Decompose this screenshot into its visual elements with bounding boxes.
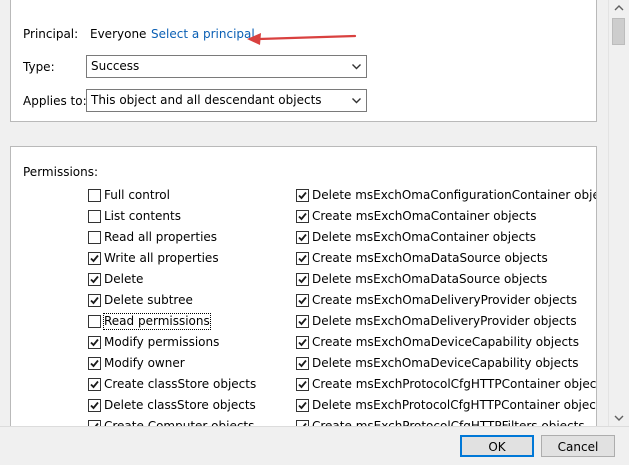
- permission-label: Modify owner: [104, 356, 185, 370]
- checkmark-icon: [298, 275, 307, 284]
- permission-checkbox[interactable]: [88, 273, 101, 286]
- permission-label: Create msExchProtocolCfgHTTPFilters obje…: [312, 419, 585, 426]
- scroll-thumb[interactable]: [612, 18, 625, 45]
- permission-label: Create classStore objects: [104, 377, 257, 391]
- checkmark-icon: [90, 359, 99, 368]
- permission-checkbox[interactable]: [296, 252, 309, 265]
- permission-label: Delete msExchOmaConfigurationContainer o…: [312, 188, 597, 202]
- permission-label: Write all properties: [104, 251, 219, 265]
- checkmark-icon: [298, 380, 307, 389]
- checkmark-icon: [298, 296, 307, 305]
- checkmark-icon: [90, 275, 99, 284]
- permission-checkbox[interactable]: [296, 399, 309, 412]
- permission-label: Modify permissions: [104, 335, 220, 349]
- type-dropdown-value: Success: [91, 59, 140, 73]
- principal-label: Principal:: [23, 27, 79, 41]
- permission-label: Delete msExchProtocolCfgHTTPContainer ob…: [312, 398, 597, 412]
- permission-label: Read all properties: [104, 230, 218, 244]
- checkmark-icon: [298, 233, 307, 242]
- chevron-down-icon: [352, 98, 361, 104]
- permissions-label: Permissions:: [23, 165, 99, 179]
- applies-to-label: Applies to:: [23, 94, 87, 108]
- cancel-button[interactable]: Cancel: [541, 435, 615, 457]
- permissions-panel: Permissions: Full control List contents Re…: [10, 146, 597, 426]
- scroll-up-icon[interactable]: [609, 0, 629, 17]
- permission-label: Delete msExchOmaDataSource objects: [312, 272, 548, 286]
- checkmark-icon: [90, 254, 99, 263]
- applies-to-dropdown[interactable]: This object and all descendant objects: [86, 89, 367, 112]
- permission-checkbox[interactable]: [88, 336, 101, 349]
- permission-label: Create msExchOmaDeviceCapability objects: [312, 335, 580, 349]
- checkmark-icon: [298, 401, 307, 410]
- permission-label: Delete subtree: [104, 293, 193, 307]
- dialog-button-bar: OK Cancel: [0, 426, 629, 465]
- permission-checkbox[interactable]: [88, 357, 101, 370]
- ok-button[interactable]: OK: [460, 435, 534, 457]
- permission-checkbox[interactable]: [88, 231, 101, 244]
- permission-checkbox[interactable]: [296, 189, 309, 202]
- permission-label: Read permissions: [103, 313, 211, 330]
- permission-label: Delete msExchOmaDeliveryProvider objects: [312, 314, 577, 328]
- permission-checkbox[interactable]: [296, 336, 309, 349]
- checkmark-icon: [298, 212, 307, 221]
- principal-value: Everyone: [90, 27, 147, 41]
- permission-label: Create msExchOmaDeliveryProvider objects: [312, 293, 578, 307]
- checkmark-icon: [298, 359, 307, 368]
- type-label: Type:: [23, 60, 55, 74]
- permission-label: List contents: [104, 209, 181, 223]
- permission-checkbox[interactable]: [88, 210, 101, 223]
- checkmark-icon: [90, 380, 99, 389]
- permission-label: Full control: [104, 188, 170, 202]
- permission-checkbox[interactable]: [296, 357, 309, 370]
- permission-label: Create msExchProtocolCfgHTTPContainer ob…: [312, 377, 597, 391]
- select-principal-link[interactable]: Select a principal: [151, 27, 255, 42]
- permission-label: Delete msExchOmaContainer objects: [312, 230, 537, 244]
- checkmark-icon: [298, 191, 307, 200]
- scroll-down-icon[interactable]: [609, 409, 629, 426]
- checkmark-icon: [90, 338, 99, 347]
- permission-label: Create msExchOmaDataSource objects: [312, 251, 548, 265]
- permission-label: Create msExchOmaContainer objects: [312, 209, 537, 223]
- permission-checkbox[interactable]: [88, 294, 101, 307]
- permission-label: Create Computer objects: [104, 419, 255, 426]
- checkmark-icon: [298, 317, 307, 326]
- type-dropdown[interactable]: Success: [86, 55, 367, 78]
- chevron-down-icon: [352, 64, 361, 70]
- permission-checkbox[interactable]: [88, 378, 101, 391]
- permission-checkbox[interactable]: [296, 315, 309, 328]
- permission-checkbox[interactable]: [88, 399, 101, 412]
- red-arrow-annotation: [247, 33, 357, 45]
- permission-checkbox[interactable]: [88, 252, 101, 265]
- permission-label: Delete classStore objects: [104, 398, 256, 412]
- permission-label: Delete: [104, 272, 144, 286]
- permission-checkbox[interactable]: [88, 315, 101, 328]
- permission-checkbox[interactable]: [296, 273, 309, 286]
- permission-checkbox[interactable]: [296, 210, 309, 223]
- checkmark-icon: [90, 401, 99, 410]
- principal-panel: Principal: Everyone Select a principal T…: [10, 0, 597, 122]
- checkmark-icon: [298, 254, 307, 263]
- applies-to-dropdown-value: This object and all descendant objects: [91, 93, 322, 107]
- vertical-scrollbar[interactable]: [608, 0, 629, 426]
- permission-checkbox[interactable]: [296, 378, 309, 391]
- permission-checkbox[interactable]: [296, 294, 309, 307]
- permission-checkbox[interactable]: [88, 189, 101, 202]
- checkmark-icon: [90, 296, 99, 305]
- permission-checkbox[interactable]: [296, 231, 309, 244]
- permission-label: Delete msExchOmaDeviceCapability objects: [312, 356, 579, 370]
- checkmark-icon: [298, 338, 307, 347]
